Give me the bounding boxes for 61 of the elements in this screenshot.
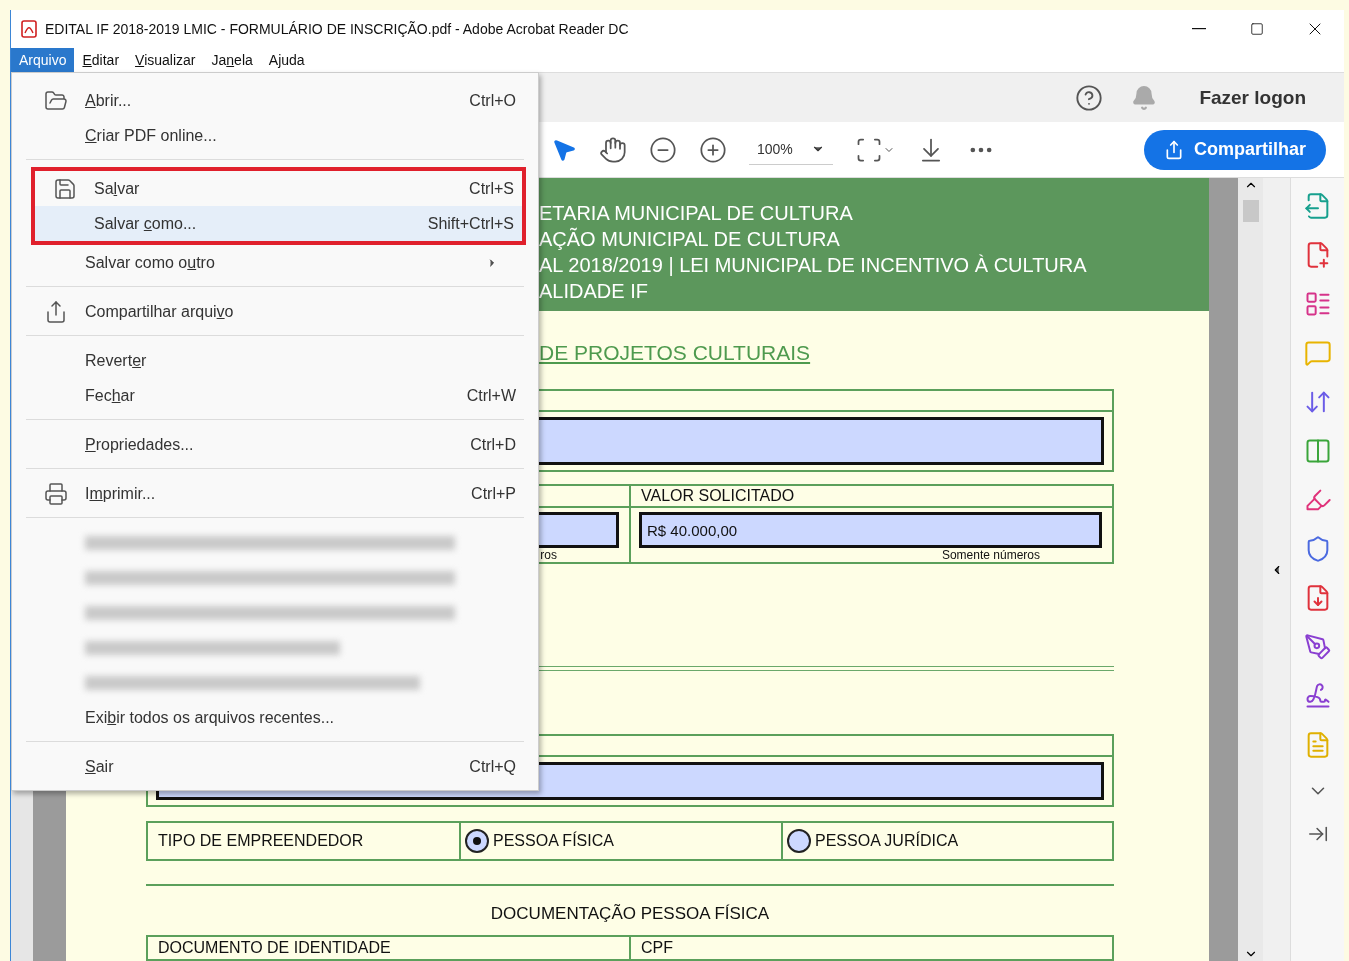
signature-icon[interactable] [1304,682,1332,710]
shortcut-text: Ctrl+Q [469,757,516,776]
menu-item[interactable]: Salvar como... Shift+Ctrl+S [35,206,522,241]
zoom-dropdown[interactable]: 100% [749,134,833,165]
header-text: AÇÃO MUNICIPAL DE CULTURA [539,226,841,252]
hint-text: ros [540,548,557,562]
hand-icon[interactable] [599,135,627,164]
radio-label: PESSOA JURÍDICA [815,832,959,850]
minimize-icon [1192,28,1206,30]
field-label: VALOR SOLICITADO [641,487,795,505]
menu-bar-item[interactable]: Visualizar [127,48,204,72]
sign-in-link[interactable]: Fazer logon [1193,85,1312,110]
menu-item[interactable]: Imprimir... Ctrl+P [26,476,524,511]
radio-button[interactable] [787,829,811,853]
menu-bar-item[interactable]: Ajuda [260,48,313,72]
menu-item[interactable]: Sair Ctrl+Q [26,749,524,784]
shortcut-text: Ctrl+O [469,91,516,110]
header-text: AL 2018/2019 | LEI MUNICIPAL DE INCENTIVO À CULTURA [539,253,1088,278]
menu-bar-item[interactable]: Editar [74,48,128,72]
amount-field[interactable]: R$ 40.000,00 [639,512,1102,548]
window-title: EDITAL IF 2018-2019 LMIC - FORMULÁRIO DE INSCRIÇÃO.pdf - Adobe Acrobat Reader DC [45,21,630,37]
radio-button[interactable] [465,829,489,853]
save-icon [53,177,77,201]
section-heading: DOCUMENTAÇÃO PESSOA FÍSICA [490,904,770,924]
hint-text: Somente números [941,548,1040,562]
menu-item[interactable]: Salvar como outro [26,245,524,280]
scrollbar[interactable] [1238,178,1263,961]
shortcut-text: Shift+Ctrl+S [427,214,514,233]
shortcut-text: Ctrl+P [471,484,516,503]
menu-bar-item[interactable]: Janela [203,48,261,72]
scroll-thumb[interactable] [1243,200,1259,222]
menu-bar-item[interactable]: Arquivo [11,48,75,72]
shortcut-text: Ctrl+S [469,179,514,198]
header-text: ETARIA MUNICIPAL DE CULTURA [539,201,854,226]
pen-icon[interactable] [1304,633,1332,661]
header-text: ALIDADE IF [539,279,649,304]
section-title: DE PROJETOS CULTURAIS [539,341,811,365]
help-icon[interactable] [1075,83,1104,112]
maximize-icon [1250,22,1264,36]
form-layout-icon[interactable] [1304,290,1332,318]
radio-label: PESSOA FÍSICA [493,832,614,850]
menu-item[interactable]: Fechar Ctrl+W [26,378,524,413]
share-icon [44,300,68,324]
printer-icon [44,482,68,506]
menu-item[interactable]: Abrir... Ctrl+O [26,83,524,118]
field-label: TIPO DE EMPREENDEDOR [158,832,364,850]
shortcut-text: Ctrl+W [466,386,516,405]
field-label: DOCUMENTO DE IDENTIDADE [158,939,391,957]
zoom-out-icon[interactable] [649,135,677,164]
menu-item[interactable]: Propriedades... Ctrl+D [26,427,524,462]
field-label: CPF [641,939,673,957]
share-button[interactable]: Compartilhar [1143,129,1326,170]
menu-item[interactable]: Reverter [26,343,524,378]
shortcut-text: Ctrl+D [470,435,516,454]
folder-icon [44,89,68,113]
menu-item[interactable]: Exibir todos os arquivos recentes... [26,700,524,735]
menu-item[interactable]: Salvar Ctrl+S [35,171,522,206]
zoom-in-icon[interactable] [699,135,727,164]
menu-item[interactable]: Criar PDF online... [26,118,524,153]
menu-item[interactable]: Compartilhar arquivo [26,294,524,329]
pdf-file-icon [21,20,37,38]
